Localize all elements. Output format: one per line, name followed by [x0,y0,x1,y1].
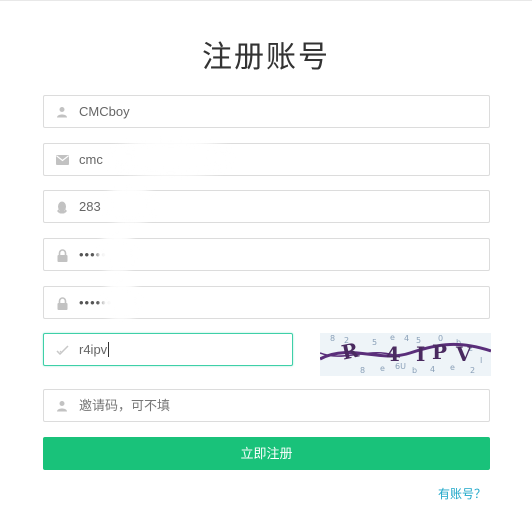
email-redaction [106,138,236,178]
svg-text:8: 8 [330,334,335,343]
check-icon [54,342,70,358]
svg-text:I: I [416,342,425,366]
svg-text:e: e [450,363,455,372]
svg-text:I: I [480,356,482,365]
svg-text:b: b [412,366,417,375]
svg-text:8: 8 [360,366,365,375]
svg-text:4: 4 [430,365,435,374]
invite-code-field[interactable]: 邀请码，可不填 [43,389,490,422]
page-title: 注册账号 [202,40,330,75]
captcha-image[interactable]: 825 e45 0b8 e 6U b 4e2 I2 R 4 I P V [320,333,491,376]
username-field[interactable]: CMCboy [43,95,490,128]
captcha-graphic: 825 e45 0 b8 e 6U b 4e2 I2 R 4 I P V [320,333,491,376]
captcha-field[interactable]: r4ipv [43,333,293,366]
password-redaction [96,233,138,273]
confirm-password-field[interactable]: •••••• [43,281,490,321]
svg-text:e: e [380,364,385,373]
svg-text:2: 2 [470,366,475,375]
top-divider [0,0,532,1]
svg-text:P: P [432,340,447,364]
qq-redaction [102,185,157,225]
captcha-value: r4ipv [79,342,110,357]
email-value: cmc [79,152,103,167]
svg-text:4: 4 [386,342,400,366]
qq-value: 283 [79,199,101,214]
lock-icon [54,247,70,263]
password-field[interactable]: ••••• [43,233,490,273]
qq-field[interactable]: 283 [43,185,490,225]
text-caret [108,342,110,357]
lock-icon [54,295,70,311]
qq-penguin-icon [54,199,70,215]
svg-text:5: 5 [372,338,377,347]
mail-icon [54,152,70,168]
login-link[interactable]: 有账号？ [438,485,486,502]
user-icon [54,398,70,414]
email-field[interactable]: cmc [43,138,490,178]
username-value: CMCboy [79,104,130,119]
svg-text:e: e [390,333,395,342]
user-icon [54,104,70,120]
invite-code-placeholder: 邀请码，可不填 [79,398,171,413]
register-button[interactable]: 立即注册 [43,437,490,470]
confirm-password-redaction [100,281,142,321]
svg-text:V: V [455,342,472,366]
svg-text:4: 4 [404,334,409,343]
